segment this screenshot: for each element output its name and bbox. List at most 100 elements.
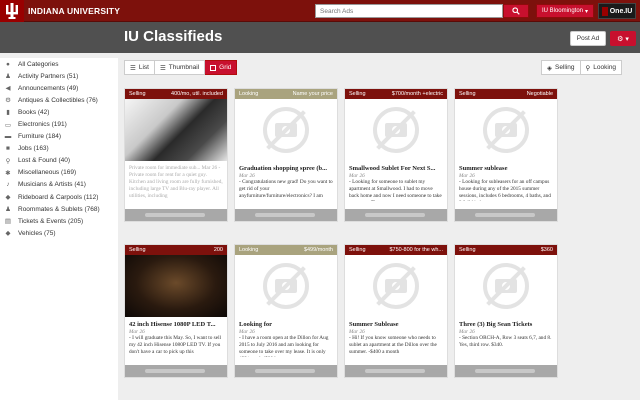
ad-description: - Looking for subleasers for an off camp… (459, 179, 551, 201)
ad-price: Name your price (292, 91, 333, 97)
sidebar-item-lost-found[interactable]: ⚲ Lost & Found (40) (0, 155, 118, 167)
thumbnail-view-label: Thumbnail (168, 64, 200, 71)
ad-title[interactable]: Smallwood Sublet For Next S... (345, 161, 447, 172)
selling-filter-button[interactable]: ◈ Selling (541, 60, 581, 75)
ad-date: Mar 26 (239, 173, 255, 179)
no-image-placeholder (235, 99, 337, 161)
top-navbar: INDIANA UNIVERSITY IU Bloomington ▾ One.… (0, 0, 640, 22)
ad-card[interactable]: Selling 400/mo, util. included Private ro… (124, 88, 228, 222)
thumbnail-icon: ☰ (159, 64, 166, 72)
sidebar-item-tickets[interactable]: ▤ Tickets & Events (205) (0, 215, 118, 227)
sidebar-item-label: Miscellaneous (169) (18, 169, 77, 177)
ad-card[interactable]: Looking $499/month Looking for Mar 26 - I… (234, 244, 338, 378)
ad-type: Selling (129, 91, 146, 97)
tv-photo (125, 255, 227, 317)
ad-description: Private room for immediate sub... Mar 26… (129, 165, 223, 199)
post-ad-button[interactable]: Post Ad (570, 31, 606, 46)
grid-view-button[interactable]: Grid (205, 60, 238, 75)
no-image-placeholder (235, 255, 337, 317)
search-input[interactable] (315, 4, 503, 18)
card-footer (125, 209, 227, 221)
card-footer (455, 209, 557, 221)
ad-card[interactable]: Looking Name your price Graduation shoppi… (234, 88, 338, 222)
contact-placeholder (145, 369, 205, 373)
ad-card[interactable]: Selling $360 Three (3) Big Sean Tickets M… (454, 244, 558, 378)
sidebar-item-books[interactable]: ▮ Books (42) (0, 106, 118, 118)
ad-card[interactable]: Selling Negotiable Summer sublease Mar 26… (454, 88, 558, 222)
sidebar-item-all-categories[interactable]: ● All Categories (0, 58, 118, 70)
card-header: Looking $499/month (235, 245, 337, 255)
ad-card[interactable]: Selling 200 42 inch Hisense 1080P LED T..… (124, 244, 228, 378)
view-toggle-group: ☰ List ☰ Thumbnail Grid (124, 60, 238, 75)
looking-filter-label: Looking (593, 64, 617, 71)
ad-title[interactable]: Three (3) Big Sean Tickets (455, 317, 557, 328)
ad-price: Negotiable (526, 91, 553, 97)
sidebar-item-antiques[interactable]: ⚙ Antiques & Collectibles (76) (0, 94, 118, 106)
one-iu-link[interactable]: One.IU (598, 3, 636, 19)
ad-card[interactable]: Selling $750-800 for the wh... Summer Sub… (344, 244, 448, 378)
couch-icon: ▬ (4, 133, 12, 141)
ad-title[interactable]: Looking for (235, 317, 337, 328)
sidebar-item-rideboard[interactable]: ◆ Rideboard & Carpools (112) (0, 191, 118, 203)
caret-down-icon: ▾ (625, 35, 629, 43)
ad-date: Mar 26 (459, 173, 475, 179)
iu-trident-logo[interactable] (0, 0, 24, 22)
ad-card[interactable]: Selling $700/month +electric Smallwood Su… (344, 88, 448, 222)
sidebar-item-electronics[interactable]: ▭ Electronics (191) (0, 118, 118, 130)
contact-placeholder (255, 213, 315, 217)
sidebar-item-label: Activity Partners (51) (18, 72, 79, 80)
thumbnail-view-button[interactable]: ☰ Thumbnail (154, 60, 206, 75)
ad-type: Selling (459, 91, 476, 97)
selling-filter-label: Selling (555, 64, 575, 71)
looking-filter-button[interactable]: ⚲ Looking (580, 60, 623, 75)
ad-description: - Congratulations new grad! Do you want … (239, 179, 333, 199)
ad-title[interactable]: Summer sublease (455, 161, 557, 172)
stairs-photo (125, 99, 227, 161)
card-footer (455, 365, 557, 377)
ad-title[interactable]: 42 inch Hisense 1080P LED T... (125, 317, 227, 328)
settings-dropdown-button[interactable]: ⚙ ▾ (610, 31, 636, 46)
sidebar-item-jobs[interactable]: ■ Jobs (163) (0, 143, 118, 155)
ad-type: Selling (349, 247, 366, 253)
sidebar-item-label: Antiques & Collectibles (76) (18, 96, 98, 104)
search-button[interactable] (503, 4, 529, 18)
sidebar-item-activity-partners[interactable]: ♟ Activity Partners (51) (0, 70, 118, 82)
card-footer (345, 209, 447, 221)
ad-date: Mar 26 (349, 173, 365, 179)
list-view-button[interactable]: ☰ List (124, 60, 155, 75)
ad-type: Looking (239, 91, 259, 97)
ad-type: Selling (349, 91, 366, 97)
campus-dropdown[interactable]: IU Bloomington ▾ (536, 4, 594, 18)
briefcase-icon: ■ (6, 145, 10, 153)
sidebar-item-musicians[interactable]: ♪ Musicians & Artists (41) (0, 179, 118, 191)
card-header: Selling $360 (455, 245, 557, 255)
ad-photo[interactable] (125, 255, 227, 317)
asterisk-icon: ✱ (5, 169, 11, 177)
ad-photo[interactable] (125, 99, 227, 161)
laptop-icon: ▭ (4, 121, 12, 129)
sidebar-item-label: Electronics (191) (18, 121, 67, 129)
people-icon: ♟ (5, 206, 11, 214)
ad-description: - Looking for someone to sublet my apart… (349, 179, 442, 201)
ad-title[interactable]: Graduation shopping spree (b... (235, 161, 337, 172)
sidebar-item-miscellaneous[interactable]: ✱ Miscellaneous (169) (0, 167, 118, 179)
ad-date: Mar 26 (349, 329, 365, 335)
list-view-label: List (138, 64, 149, 71)
ad-price: $360 (540, 247, 553, 253)
search-icon: ⚲ (585, 64, 591, 72)
contact-placeholder (475, 369, 535, 373)
car-icon: ◆ (5, 194, 11, 202)
car-icon: ◆ (5, 230, 11, 238)
sidebar-item-announcements[interactable]: ◀ Announcements (49) (0, 82, 118, 94)
sidebar-item-vehicles[interactable]: ◆ Vehicles (75) (0, 227, 118, 239)
card-header: Selling Negotiable (455, 89, 557, 99)
sidebar-item-label: Furniture (184) (18, 133, 61, 141)
page-header: IU Classifieds Post Ad ⚙ ▾ (0, 22, 640, 53)
one-iu-label: One.IU (609, 7, 633, 15)
brand-name[interactable]: INDIANA UNIVERSITY (28, 6, 120, 16)
gear-icon: ⚙ (5, 97, 11, 105)
ad-title[interactable]: Summer Sublease (345, 317, 447, 328)
card-footer (235, 365, 337, 377)
sidebar-item-roommates[interactable]: ♟ Roommates & Sublets (768) (0, 203, 118, 215)
sidebar-item-furniture[interactable]: ▬ Furniture (184) (0, 131, 118, 143)
